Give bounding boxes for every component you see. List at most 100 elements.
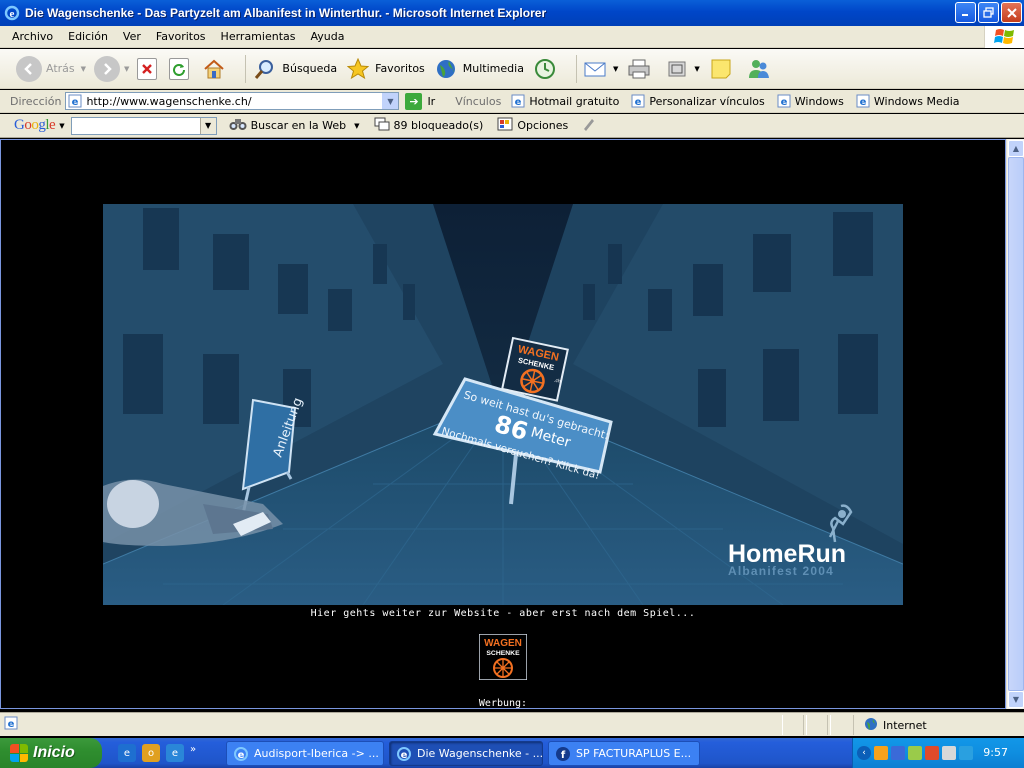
clock[interactable]: 9:57 <box>983 746 1008 759</box>
brand-subtitle: Albanifest 2004 <box>728 564 834 578</box>
mail-button[interactable]: ▼ <box>583 56 618 82</box>
link-windows[interactable]: e Windows <box>777 94 844 108</box>
options-label: Opciones <box>517 119 569 132</box>
favorites-label: Favoritos <box>375 62 425 75</box>
menu-ver[interactable]: Ver <box>123 30 141 43</box>
tray-expand-icon[interactable]: ‹ <box>857 746 871 760</box>
tray-network-icon[interactable] <box>891 746 905 760</box>
link-personalizar[interactable]: e Personalizar vínculos <box>631 94 765 108</box>
ie-quicklaunch-icon[interactable]: e <box>118 744 136 762</box>
page-content: Anleitung So weit hast du's gebracht: 86… <box>0 139 1006 709</box>
svg-text:e: e <box>859 97 866 108</box>
messenger-button[interactable] <box>746 56 776 82</box>
menu-edicion[interactable]: Edición <box>68 30 108 43</box>
link-hotmail[interactable]: e Hotmail gratuito <box>511 94 619 108</box>
title-bar[interactable]: e Die Wagenschenke - Das Partyzelt am Al… <box>0 0 1024 26</box>
link-windows-label: Windows <box>794 94 844 108</box>
scroll-thumb[interactable] <box>1008 157 1024 691</box>
taskbar: Inicio e o e » e Audisport-Iberica -> ..… <box>0 738 1024 768</box>
tray-app-icon[interactable] <box>874 746 888 760</box>
google-search-dropdown-icon[interactable]: ▼ <box>199 117 216 134</box>
address-dropdown-icon[interactable]: ▼ <box>382 93 399 109</box>
history-icon <box>532 56 558 82</box>
pencil-icon[interactable] <box>582 117 596 134</box>
maximize-button[interactable] <box>978 2 999 23</box>
homerun-game[interactable]: Anleitung So weit hast du's gebracht: 86… <box>103 204 903 605</box>
task-wagenschenke[interactable]: e Die Wagenschenke - ... <box>389 741 543 766</box>
back-button[interactable]: Atrás ▼ <box>16 55 86 82</box>
small-logo-wagen: WAGEN <box>484 638 522 649</box>
svg-text:f: f <box>561 750 566 761</box>
blocked-count: 89 bloqueado(s) <box>393 119 484 132</box>
minimize-button[interactable] <box>955 2 976 23</box>
start-label: Inicio <box>33 744 75 761</box>
home-icon <box>201 56 227 82</box>
menu-ayuda[interactable]: Ayuda <box>310 30 344 43</box>
favorites-button[interactable]: Favoritos <box>345 56 425 82</box>
scroll-down-icon[interactable]: ▼ <box>1008 691 1024 708</box>
refresh-button[interactable] <box>169 57 193 80</box>
address-url: http://www.wagenschenke.ch/ <box>86 94 252 108</box>
close-button[interactable] <box>1001 2 1022 23</box>
multimedia-button[interactable]: Multimedia <box>433 56 524 82</box>
website-link[interactable]: Hier gehts weiter zur Website - aber ers… <box>1 608 1005 619</box>
discuss-button[interactable] <box>708 56 738 82</box>
stop-button[interactable] <box>137 57 161 80</box>
werbung-label: Werbung: <box>478 698 528 709</box>
edit-icon <box>664 56 690 82</box>
google-menu-chevron-icon[interactable]: ▼ <box>59 122 64 130</box>
ie-window: e Die Wagenschenke - Das Partyzelt am Al… <box>0 0 1024 768</box>
menu-herramientas[interactable]: Herramientas <box>221 30 296 43</box>
status-page-icon: e <box>4 716 18 733</box>
svg-text:e: e <box>238 750 245 761</box>
multimedia-label: Multimedia <box>462 62 524 75</box>
history-button[interactable] <box>532 56 562 82</box>
task-ie-icon: e <box>396 746 412 762</box>
browser-quicklaunch-icon[interactable]: e <box>166 744 184 762</box>
search-icon <box>252 56 278 82</box>
internet-globe-icon <box>864 717 878 734</box>
stop-icon <box>137 57 158 80</box>
google-logo[interactable]: Google <box>14 117 56 134</box>
back-arrow-icon <box>16 55 42 82</box>
address-input[interactable]: e http://www.wagenschenke.ch/ ▼ <box>65 92 400 110</box>
vertical-scrollbar[interactable]: ▲ ▼ <box>1006 139 1024 709</box>
tray-security-icon[interactable] <box>908 746 922 760</box>
wagenschenke-small-logo[interactable]: WAGEN SCHENKE <box>478 633 528 681</box>
svg-text:e: e <box>72 97 79 108</box>
windows-logo-icon <box>984 26 1024 48</box>
task-facturaplus[interactable]: f SP FACTURAPLUS E... <box>548 741 700 766</box>
start-button[interactable]: Inicio <box>0 738 102 768</box>
mail-icon <box>583 56 609 82</box>
menu-favoritos[interactable]: Favoritos <box>156 30 206 43</box>
search-web-button[interactable]: Buscar en la Web ▼ <box>229 117 360 134</box>
tray-messenger-icon[interactable] <box>959 746 973 760</box>
tray-volume-icon[interactable] <box>942 746 956 760</box>
forward-button[interactable]: ▼ <box>94 55 129 82</box>
quicklaunch-more-icon[interactable]: » <box>190 744 196 762</box>
menu-archivo[interactable]: Archivo <box>12 30 53 43</box>
google-toolbar: Google ▼ ▼ Buscar en la Web ▼ 89 bloquea… <box>0 114 1024 138</box>
multimedia-globe-icon <box>433 56 459 82</box>
home-button[interactable] <box>201 56 231 82</box>
print-button[interactable] <box>626 56 656 82</box>
tray-ati-icon[interactable] <box>925 746 939 760</box>
link-windows-media-label: Windows Media <box>873 94 960 108</box>
svg-text:e: e <box>635 97 642 108</box>
task-ie-icon: e <box>233 746 249 762</box>
search-button[interactable]: Búsqueda <box>252 56 337 82</box>
task-audisport[interactable]: e Audisport-Iberica -> ... <box>226 741 384 766</box>
scroll-up-icon[interactable]: ▲ <box>1008 140 1024 157</box>
go-arrow-icon: ➔ <box>405 92 423 110</box>
search-label: Búsqueda <box>282 62 338 75</box>
link-windows-media[interactable]: e Windows Media <box>856 94 960 108</box>
small-logo-schenke: SCHENKE <box>486 650 520 657</box>
outlook-quicklaunch-icon[interactable]: o <box>142 744 160 762</box>
go-button[interactable]: ➔ Ir <box>405 92 435 110</box>
windows-flag-icon <box>10 744 28 762</box>
options-button[interactable]: Opciones <box>497 117 568 134</box>
edit-button[interactable]: ▼ <box>664 56 700 82</box>
google-search-input[interactable]: ▼ <box>70 116 217 135</box>
search-web-label: Buscar en la Web <box>250 119 347 132</box>
popup-blocker-button[interactable]: 89 bloqueado(s) <box>374 117 484 134</box>
